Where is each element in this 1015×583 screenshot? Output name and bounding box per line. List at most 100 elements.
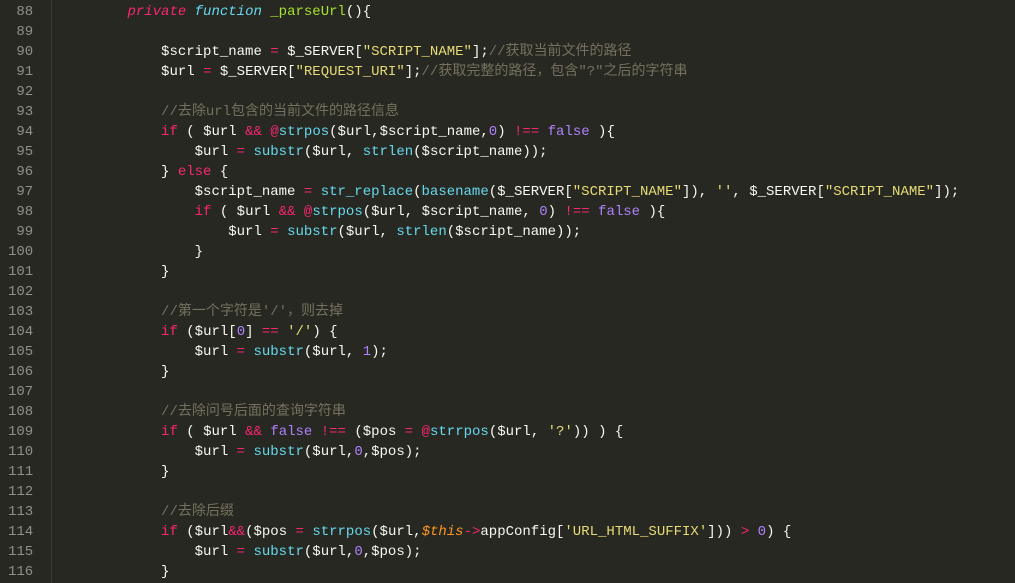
token-num: 0 xyxy=(539,204,547,220)
code-line[interactable]: if ($url&&($pos = strrpos($url,$this->ap… xyxy=(60,522,1015,542)
token-punc: ( xyxy=(245,524,253,540)
token-punc: , xyxy=(371,124,379,140)
token-op: !== xyxy=(564,204,589,220)
line-number: 99 xyxy=(8,222,33,242)
code-line[interactable] xyxy=(60,82,1015,102)
token-var: $url xyxy=(380,524,414,540)
token-op: = xyxy=(237,544,245,560)
code-line[interactable]: $url = substr($url, strlen($script_name)… xyxy=(60,142,1015,162)
code-line[interactable]: } xyxy=(60,562,1015,582)
code-line[interactable]: $url = substr($url,0,$pos); xyxy=(60,542,1015,562)
token-punc: ])) xyxy=(707,524,741,540)
code-line[interactable] xyxy=(60,282,1015,302)
line-number: 92 xyxy=(8,82,33,102)
token-op: @ xyxy=(270,124,278,140)
token-num: 0 xyxy=(354,444,362,460)
token-kw: else xyxy=(178,164,212,180)
token-var: $_SERVER xyxy=(220,64,287,80)
line-number: 100 xyxy=(8,242,33,262)
code-line[interactable]: if ( $url && @strpos($url,$script_name,0… xyxy=(60,122,1015,142)
token-punc: ]), xyxy=(682,184,716,200)
token-punc xyxy=(228,144,236,160)
token-kw: if xyxy=(161,524,178,540)
token-punc xyxy=(228,544,236,560)
token-punc: ]; xyxy=(472,44,489,60)
token-punc xyxy=(60,104,161,120)
code-line[interactable]: } xyxy=(60,262,1015,282)
code-line[interactable] xyxy=(60,482,1015,502)
line-number: 103 xyxy=(8,302,33,322)
token-str: "SCRIPT_NAME" xyxy=(363,44,472,60)
token-punc xyxy=(270,204,278,220)
token-punc: ( xyxy=(489,184,497,200)
code-line[interactable]: } xyxy=(60,242,1015,262)
code-line[interactable]: $url = substr($url,0,$pos); xyxy=(60,442,1015,462)
token-str: "REQUEST_URI" xyxy=(296,64,405,80)
line-number: 105 xyxy=(8,342,33,362)
token-var: $url xyxy=(195,144,229,160)
token-var: $url xyxy=(312,444,346,460)
code-line[interactable]: if ( $url && @strpos($url, $script_name,… xyxy=(60,202,1015,222)
code-line[interactable]: } xyxy=(60,462,1015,482)
token-punc xyxy=(295,184,303,200)
line-number: 112 xyxy=(8,482,33,502)
code-line[interactable]: $url = substr($url, 1); xyxy=(60,342,1015,362)
token-punc: , xyxy=(363,444,371,460)
token-num: 0 xyxy=(354,544,362,560)
token-var: $pos xyxy=(254,524,288,540)
token-op: = xyxy=(237,444,245,460)
token-str: '' xyxy=(716,184,733,200)
line-number: 98 xyxy=(8,202,33,222)
code-line[interactable]: //去除url包含的当前文件的路径信息 xyxy=(60,102,1015,122)
line-number: 111 xyxy=(8,462,33,482)
code-line[interactable]: if ( $url && false !== ($pos = @strrpos(… xyxy=(60,422,1015,442)
token-op: && xyxy=(245,124,262,140)
token-op: !== xyxy=(321,424,346,440)
token-kw: if xyxy=(161,124,178,140)
code-line[interactable]: $script_name = $_SERVER["SCRIPT_NAME"];/… xyxy=(60,42,1015,62)
token-punc xyxy=(237,124,245,140)
code-line[interactable]: private function _parseUrl(){ xyxy=(60,2,1015,22)
token-op: = xyxy=(270,44,278,60)
token-var: $url xyxy=(203,424,237,440)
token-var: $url xyxy=(371,204,405,220)
token-punc: , xyxy=(732,184,749,200)
line-number: 90 xyxy=(8,42,33,62)
code-editor[interactable]: 8889909192939495969798991001011021031041… xyxy=(0,0,1015,583)
line-number: 102 xyxy=(8,282,33,302)
code-line[interactable] xyxy=(60,382,1015,402)
code-line[interactable]: if ($url[0] == '/') { xyxy=(60,322,1015,342)
token-punc: [ xyxy=(287,64,295,80)
code-line[interactable]: $script_name = str_replace(basename($_SE… xyxy=(60,182,1015,202)
token-num: 0 xyxy=(758,524,766,540)
token-punc xyxy=(60,64,161,80)
token-var: $url xyxy=(312,544,346,560)
code-line[interactable] xyxy=(60,22,1015,42)
token-punc xyxy=(228,344,236,360)
token-op: && xyxy=(245,424,262,440)
token-var: $script_name xyxy=(380,124,481,140)
token-punc xyxy=(296,204,304,220)
token-punc: , xyxy=(363,544,371,560)
code-line[interactable]: $url = $_SERVER["REQUEST_URI"];//获取完整的路径… xyxy=(60,62,1015,82)
code-line[interactable]: } else { xyxy=(60,162,1015,182)
token-punc xyxy=(60,444,194,460)
token-punc: ( xyxy=(178,524,195,540)
token-punc: ){ xyxy=(590,124,615,140)
token-punc: ) xyxy=(548,204,565,220)
code-line[interactable]: //去除后缀 xyxy=(60,502,1015,522)
code-line[interactable]: $url = substr($url, strlen($script_name)… xyxy=(60,222,1015,242)
token-op: == xyxy=(262,324,279,340)
code-line[interactable]: } xyxy=(60,362,1015,382)
token-punc xyxy=(60,424,161,440)
token-punc: ( xyxy=(338,224,346,240)
token-punc xyxy=(60,44,161,60)
token-punc xyxy=(60,544,194,560)
token-num: false xyxy=(598,204,640,220)
code-area[interactable]: private function _parseUrl(){ $script_na… xyxy=(52,0,1015,583)
code-line[interactable]: //第一个字符是'/'，则去掉 xyxy=(60,302,1015,322)
line-number: 95 xyxy=(8,142,33,162)
code-line[interactable]: //去除问号后面的查询字符串 xyxy=(60,402,1015,422)
token-call: strpos xyxy=(279,124,329,140)
token-punc xyxy=(186,4,194,20)
